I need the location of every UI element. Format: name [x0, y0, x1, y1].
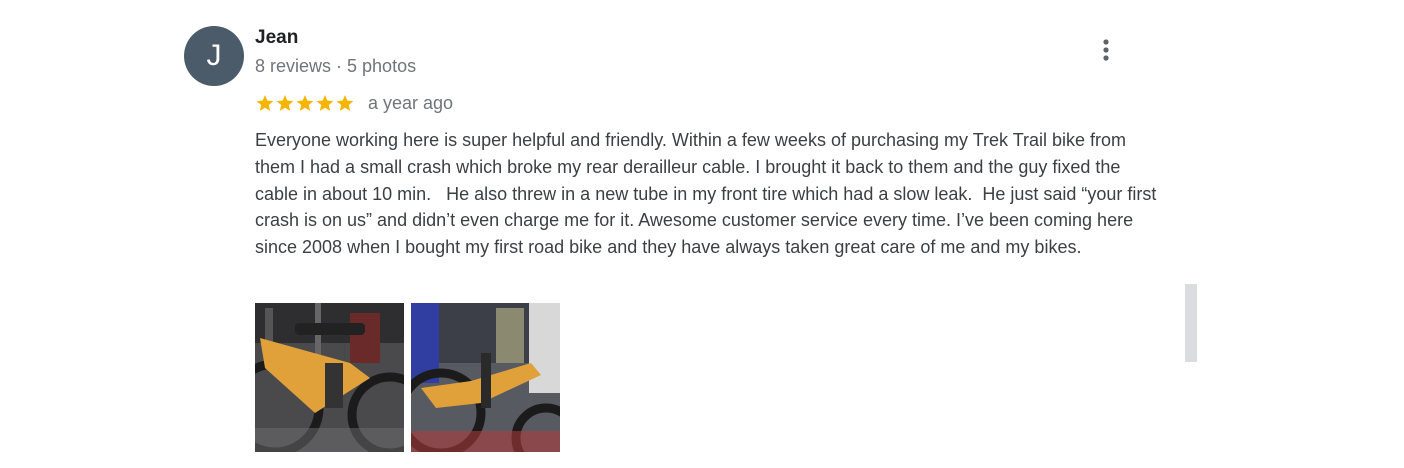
bike-photo-image	[255, 303, 404, 452]
star-icon	[276, 95, 294, 111]
star-icon	[256, 95, 274, 111]
more-options-button[interactable]	[1092, 36, 1120, 64]
bike-photo-image	[411, 303, 560, 452]
scrollbar-thumb[interactable]	[1185, 284, 1197, 362]
review-photo-2[interactable]	[411, 303, 560, 452]
star-icon	[336, 95, 354, 111]
avatar[interactable]: J	[184, 26, 244, 86]
reviewer-name[interactable]: Jean	[255, 27, 298, 49]
avatar-initial: J	[206, 39, 222, 72]
rating-row: a year ago	[255, 90, 453, 116]
star-icon	[296, 95, 314, 111]
star-icon	[316, 95, 334, 111]
review-date: a year ago	[368, 92, 454, 113]
review-photo-1[interactable]	[255, 303, 404, 452]
star-rating	[255, 93, 355, 113]
review-photos	[255, 303, 560, 452]
more-vert-icon	[1103, 39, 1109, 61]
review-text: Everyone working here is super helpful a…	[255, 130, 1162, 258]
reviewer-meta[interactable]: 8 reviews · 5 photos	[255, 56, 416, 77]
